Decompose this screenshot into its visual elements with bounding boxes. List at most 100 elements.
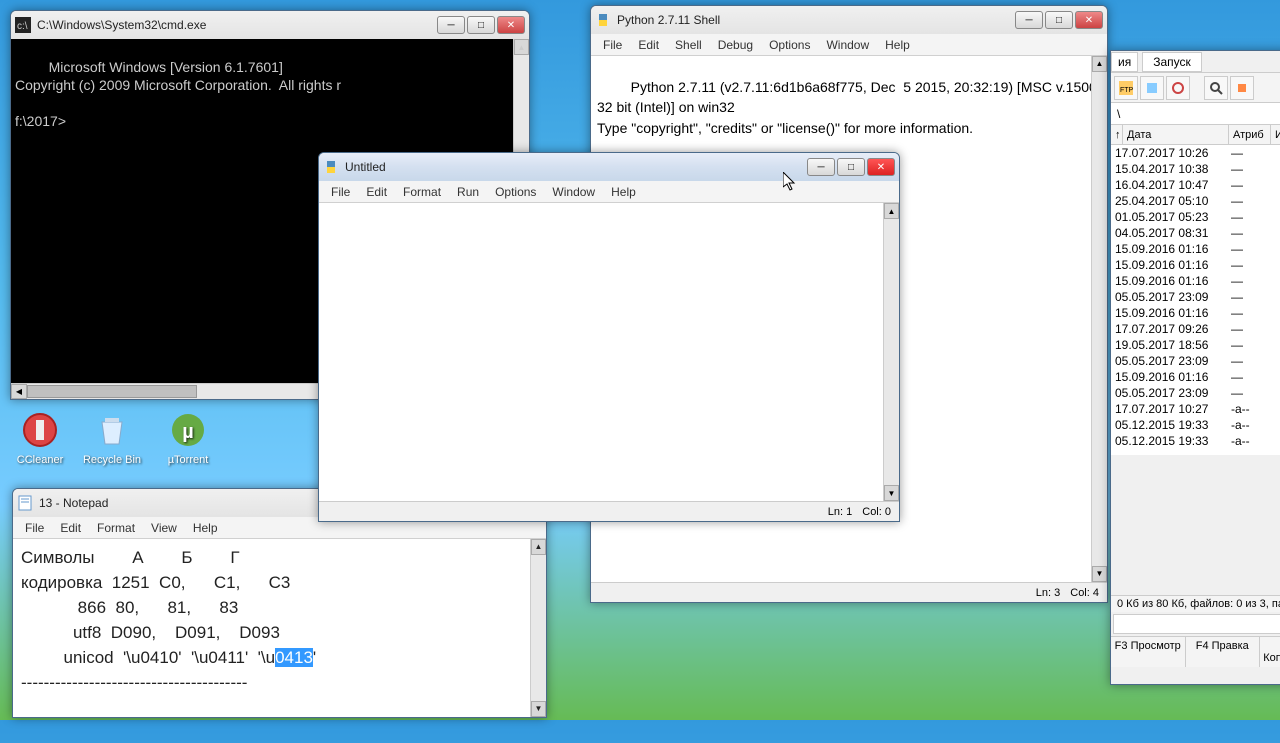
scroll-left-icon[interactable]: ◀	[11, 384, 27, 399]
fm-current-path[interactable]: f:\2017>	[1113, 614, 1280, 634]
status-col: Col: 0	[862, 506, 891, 518]
menu-format[interactable]: Format	[89, 519, 143, 537]
pyshell-title: Python 2.7.11 Shell	[617, 13, 1015, 27]
menu-help[interactable]: Help	[603, 183, 644, 201]
fm-tab-partial[interactable]: ия	[1111, 52, 1138, 72]
toolbar-icon[interactable]	[1140, 76, 1164, 100]
table-row[interactable]: 15.09.2016 01:16—	[1111, 305, 1280, 321]
fm-path-bar[interactable]: \ ▾ ..	[1111, 103, 1280, 125]
minimize-button[interactable]: ─	[1015, 11, 1043, 29]
cmd-titlebar[interactable]: c:\ C:\Windows\System32\cmd.exe ─ □ ✕	[11, 11, 529, 39]
ftp-icon[interactable]: FTP	[1114, 76, 1138, 100]
text-line: ----------------------------------------	[21, 673, 247, 692]
fkey-f4[interactable]: F4 Правка	[1186, 637, 1261, 667]
close-button[interactable]: ✕	[1075, 11, 1103, 29]
desktop-icon-ccleaner[interactable]: CCleaner	[10, 410, 70, 466]
scrollbar-vertical[interactable]: ▲ ▼	[883, 203, 899, 501]
menu-window[interactable]: Window	[544, 183, 603, 201]
notepad-body[interactable]: Символы А Б Г кодировка 1251 C0, C1, C3 …	[13, 539, 546, 717]
status-col: Col: 4	[1070, 587, 1099, 599]
filemanager-window: ия Запуск FTP \ ▾ .. ↑ Дата Атриб Им 17.…	[1110, 50, 1280, 685]
table-row[interactable]: 15.09.2016 01:16—	[1111, 369, 1280, 385]
scroll-down-icon[interactable]: ▼	[531, 701, 546, 717]
idle-title: Untitled	[345, 160, 807, 174]
table-row[interactable]: 05.05.2017 23:09—	[1111, 385, 1280, 401]
maximize-button[interactable]: □	[1045, 11, 1073, 29]
menu-file[interactable]: File	[323, 183, 358, 201]
idle-status: Ln: 1 Col: 0	[319, 501, 899, 521]
menu-file[interactable]: File	[595, 36, 630, 54]
menu-shell[interactable]: Shell	[667, 36, 710, 54]
table-row[interactable]: 04.05.2017 08:31—	[1111, 225, 1280, 241]
menu-debug[interactable]: Debug	[710, 36, 761, 54]
table-row[interactable]: 17.07.2017 10:27-a--	[1111, 401, 1280, 417]
scrollbar-vertical[interactable]: ▲ ▼	[530, 539, 546, 717]
table-row[interactable]: 15.09.2016 01:16—	[1111, 273, 1280, 289]
table-row[interactable]: 17.07.2017 09:26—	[1111, 321, 1280, 337]
table-row[interactable]: 05.05.2017 23:09—	[1111, 289, 1280, 305]
pyshell-text: Python 2.7.11 (v2.7.11:6d1b6a68f775, Dec…	[597, 79, 1101, 135]
svg-text:FTP: FTP	[1120, 87, 1133, 94]
table-row[interactable]: 15.09.2016 01:16—	[1111, 241, 1280, 257]
maximize-button[interactable]: □	[837, 158, 865, 176]
icon-label: µTorrent	[158, 454, 218, 466]
menu-options[interactable]: Options	[487, 183, 544, 201]
menu-window[interactable]: Window	[818, 36, 877, 54]
ccleaner-icon	[20, 410, 60, 450]
table-row[interactable]: 15.09.2016 01:16—	[1111, 257, 1280, 273]
close-button[interactable]: ✕	[867, 158, 895, 176]
table-row[interactable]: 05.05.2017 23:09—	[1111, 353, 1280, 369]
menu-edit[interactable]: Edit	[52, 519, 89, 537]
table-row[interactable]: 16.04.2017 10:47—	[1111, 177, 1280, 193]
pyshell-menubar: File Edit Shell Debug Options Window Hel…	[591, 34, 1107, 56]
fkey-f3[interactable]: F3 Просмотр	[1111, 637, 1186, 667]
menu-run[interactable]: Run	[449, 183, 487, 201]
minimize-button[interactable]: ─	[437, 16, 465, 34]
text-line: кодировка 1251 C0, C1, C3	[21, 573, 290, 592]
desktop-icon-utorrent[interactable]: µ µTorrent	[158, 410, 218, 466]
sort-arrow-icon[interactable]: ↑	[1111, 125, 1123, 144]
menu-edit[interactable]: Edit	[358, 183, 395, 201]
menu-format[interactable]: Format	[395, 183, 449, 201]
scroll-thumb[interactable]	[27, 385, 197, 398]
close-button[interactable]: ✕	[497, 16, 525, 34]
scroll-up-icon[interactable]: ▲	[531, 539, 546, 555]
scroll-up-icon[interactable]: ▲	[884, 203, 899, 219]
status-line: Ln: 3	[1036, 587, 1060, 599]
col-name[interactable]: Им	[1271, 125, 1280, 144]
scroll-up-icon[interactable]: ▲	[514, 39, 529, 55]
table-row[interactable]: 25.04.2017 05:10—	[1111, 193, 1280, 209]
table-row[interactable]: 17.07.2017 10:26—	[1111, 145, 1280, 161]
scroll-down-icon[interactable]: ▼	[1092, 566, 1107, 582]
idle-titlebar[interactable]: Untitled ─ □ ✕	[319, 153, 899, 181]
menu-help[interactable]: Help	[185, 519, 226, 537]
table-row[interactable]: 05.12.2015 19:33-a--	[1111, 417, 1280, 433]
col-date[interactable]: Дата	[1123, 125, 1229, 144]
menu-options[interactable]: Options	[761, 36, 818, 54]
search-icon[interactable]	[1204, 76, 1228, 100]
scrollbar-vertical[interactable]: ▲ ▼	[1091, 56, 1107, 582]
col-attr[interactable]: Атриб	[1229, 125, 1271, 144]
minimize-button[interactable]: ─	[807, 158, 835, 176]
menu-edit[interactable]: Edit	[630, 36, 667, 54]
menu-file[interactable]: File	[17, 519, 52, 537]
idle-body[interactable]: ▲ ▼	[319, 203, 899, 501]
scroll-down-icon[interactable]: ▼	[884, 485, 899, 501]
table-row[interactable]: 05.12.2015 19:33-a--	[1111, 433, 1280, 449]
pyshell-titlebar[interactable]: Python 2.7.11 Shell ─ □ ✕	[591, 6, 1107, 34]
table-row[interactable]: 19.05.2017 18:56—	[1111, 337, 1280, 353]
table-row[interactable]: 15.04.2017 10:38—	[1111, 161, 1280, 177]
fm-path-top: \	[1117, 107, 1120, 121]
desktop-icon-recyclebin[interactable]: Recycle Bin	[82, 410, 142, 466]
fkey-f5[interactable]: F5 Копирование	[1260, 637, 1280, 667]
fm-list[interactable]: 17.07.2017 10:26—15.04.2017 10:38—16.04.…	[1111, 145, 1280, 455]
icon-label: Recycle Bin	[82, 454, 142, 466]
fm-tab-zapusk[interactable]: Запуск	[1142, 52, 1202, 72]
maximize-button[interactable]: □	[467, 16, 495, 34]
menu-help[interactable]: Help	[877, 36, 918, 54]
menu-view[interactable]: View	[143, 519, 185, 537]
table-row[interactable]: 01.05.2017 05:23—	[1111, 209, 1280, 225]
scroll-up-icon[interactable]: ▲	[1092, 56, 1107, 72]
toolbar-icon[interactable]	[1230, 76, 1254, 100]
toolbar-icon[interactable]	[1166, 76, 1190, 100]
